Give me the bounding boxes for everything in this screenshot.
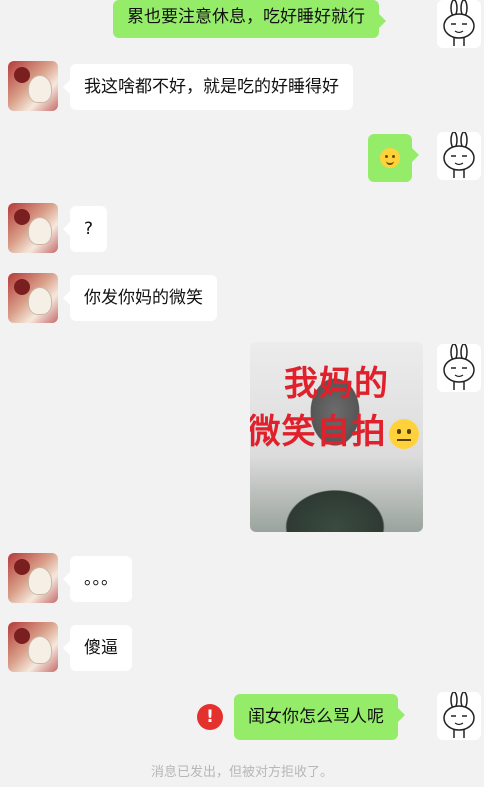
neutral-face-emoji-icon <box>388 418 419 449</box>
message-text: 。。。 <box>84 569 118 589</box>
message-bubble-sent[interactable]: 闺女你怎么骂人呢 <box>234 694 405 740</box>
send-failed-icon[interactable]: ! <box>197 704 223 730</box>
bunny-avatar-icon <box>443 344 475 390</box>
smile-emoji-icon <box>380 148 400 168</box>
message-bubble-received[interactable]: 。。。 <box>63 556 132 602</box>
sent-image-message[interactable]: 我妈的 微笑自拍 <box>250 342 423 532</box>
my-avatar[interactable] <box>437 692 481 740</box>
contact-avatar[interactable] <box>8 622 58 672</box>
message-bubble-received[interactable]: 傻逼 <box>63 625 132 671</box>
message-text: 傻逼 <box>84 638 118 658</box>
image-caption-line2: 微笑自拍 <box>250 412 419 452</box>
message-bubble-sent-emoji[interactable] <box>368 134 419 182</box>
message-text: ? <box>84 219 94 239</box>
message-text: 你发你妈的微笑 <box>84 288 203 308</box>
message-bubble-sent[interactable]: 累也要注意休息，吃好睡好就行 <box>113 0 386 38</box>
contact-avatar[interactable] <box>8 61 58 111</box>
contact-avatar[interactable] <box>8 203 58 253</box>
bunny-avatar-icon <box>443 0 475 46</box>
message-text: 累也要注意休息，吃好睡好就行 <box>127 7 365 27</box>
message-text: 闺女你怎么骂人呢 <box>248 707 384 727</box>
message-bubble-received[interactable]: 你发你妈的微笑 <box>63 275 217 321</box>
bunny-avatar-icon <box>443 132 475 178</box>
my-avatar[interactable] <box>437 0 481 48</box>
system-notice: 消息已发出，但被对方拒收了。 <box>150 765 333 780</box>
contact-avatar[interactable] <box>8 273 58 323</box>
my-avatar[interactable] <box>437 344 481 392</box>
contact-avatar[interactable] <box>8 553 58 603</box>
message-bubble-received[interactable]: ? <box>62 206 108 252</box>
message-text: 我这啥都不好，就是吃的好睡得好 <box>84 77 339 97</box>
image-caption-line1: 我妈的 <box>284 364 389 404</box>
bunny-avatar-icon <box>443 692 475 738</box>
message-bubble-received[interactable]: 我这啥都不好，就是吃的好睡得好 <box>63 64 353 110</box>
my-avatar[interactable] <box>437 132 481 180</box>
